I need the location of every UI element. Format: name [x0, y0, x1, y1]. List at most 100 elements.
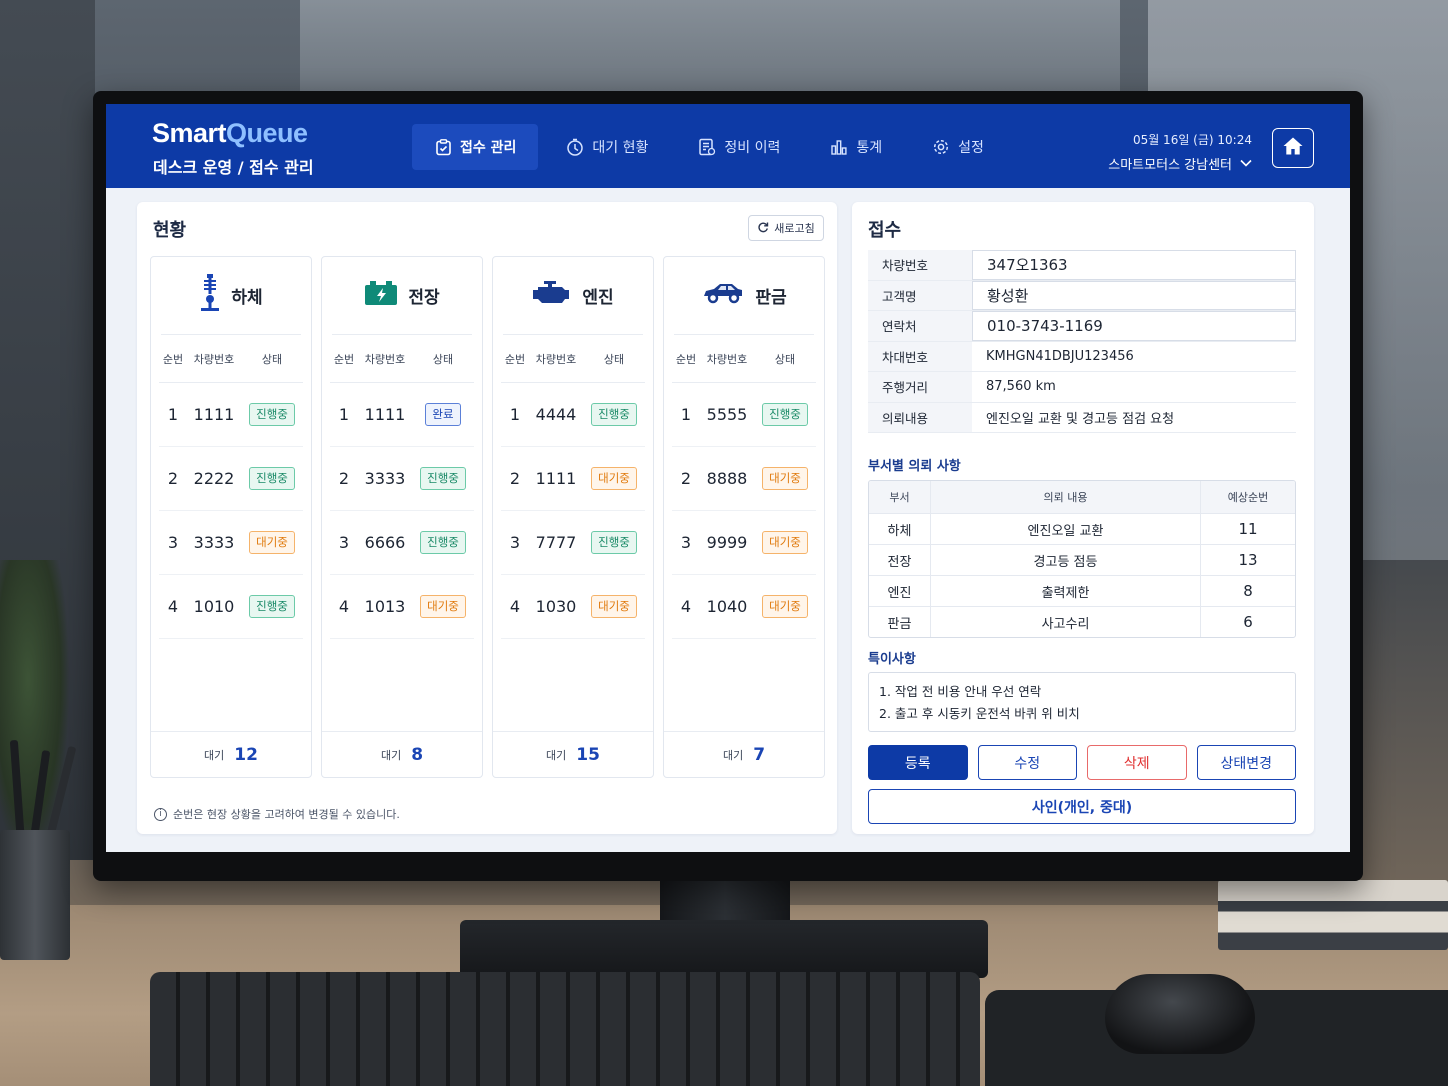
battery-icon — [364, 280, 398, 311]
status-badge: 진행중 — [591, 403, 637, 426]
car-icon — [701, 281, 745, 310]
memo-textarea[interactable]: 1. 작업 전 비용 안내 우선 연락 2. 출고 후 시동키 운전석 바퀴 위… — [868, 672, 1296, 732]
field-row: 고객명 황성환 — [868, 280, 1296, 311]
current-datetime: 05월 16일 (금) 10:24 — [1132, 133, 1252, 147]
queue-row[interactable]: 3 9999 대기중 — [672, 511, 816, 575]
nav-reception[interactable]: 접수 관리 — [412, 124, 539, 170]
queue-row[interactable]: 1 4444 진행중 — [501, 383, 645, 447]
clipboard-icon — [434, 138, 452, 156]
queue-row[interactable]: 1 5555 진행중 — [672, 383, 816, 447]
gear-icon — [932, 138, 950, 156]
action-buttons: 등록 수정 삭제 상태변경 — [868, 745, 1296, 780]
memo-line: 1. 작업 전 비용 안내 우선 연락 — [879, 684, 1042, 699]
queue-row[interactable]: 4 1030 대기중 — [501, 575, 645, 639]
refresh-label: 새로고침 — [774, 222, 815, 235]
field-label: 연락처 — [868, 311, 972, 341]
app-logo[interactable]: SmartQueue — [152, 118, 308, 149]
nav-label: 통계 — [856, 140, 883, 156]
pen-cup — [0, 830, 70, 960]
queue-row[interactable]: 2 8888 대기중 — [672, 447, 816, 511]
refresh-icon — [757, 221, 769, 236]
mileage-value: 87,560 km — [986, 379, 1056, 395]
field-label: 고객명 — [868, 280, 972, 310]
nav-label: 설정 — [958, 140, 984, 156]
refresh-button[interactable]: 새로고침 — [748, 215, 824, 241]
queue-row[interactable]: 1 1111 진행중 — [159, 383, 303, 447]
column-header: 순번 차량번호 상태 — [672, 335, 816, 383]
table-row[interactable]: 하체 엔진오일 교환 11 — [869, 513, 1295, 544]
info-icon: i — [154, 807, 167, 821]
status-badge: 진행중 — [591, 531, 637, 554]
reception-panel-title: 접수 — [868, 220, 902, 241]
dept-header: 판금 — [674, 257, 814, 335]
chevron-down-icon — [1240, 156, 1252, 171]
dept-name: 판금 — [755, 288, 787, 308]
column-header: 순번 차량번호 상태 — [330, 335, 474, 383]
stopwatch-icon — [566, 138, 584, 156]
dept-requests-title: 부서별 의뢰 사항 — [868, 459, 961, 474]
phone-input[interactable]: 010-3743-1169 — [972, 311, 1296, 341]
memo-title: 특이사항 — [868, 652, 916, 667]
queue-row[interactable]: 2 3333 진행중 — [330, 447, 474, 511]
queue-row[interactable]: 4 1013 대기중 — [330, 575, 474, 639]
status-badge: 진행중 — [249, 467, 295, 490]
dept-name: 전장 — [408, 288, 440, 308]
mouse — [1105, 974, 1255, 1054]
waiting-count: 대기 7 — [664, 731, 824, 777]
queue-row[interactable]: 3 3333 대기중 — [159, 511, 303, 575]
center-selector[interactable]: 스마트모터스 강남센터 — [1108, 154, 1252, 173]
history-icon — [698, 138, 716, 156]
nav-history[interactable]: 정비 이력 — [676, 124, 802, 170]
queue-row[interactable]: 3 6666 진행중 — [330, 511, 474, 575]
home-icon — [1282, 136, 1304, 160]
nav-statistics[interactable]: 통계 — [808, 124, 904, 170]
queue-row[interactable]: 4 1040 대기중 — [672, 575, 816, 639]
field-row: 연락처 010-3743-1169 — [868, 311, 1296, 342]
queue-row[interactable]: 3 7777 진행중 — [501, 511, 645, 575]
delete-button[interactable]: 삭제 — [1087, 745, 1187, 780]
status-badge: 진행중 — [420, 467, 466, 490]
queue-row[interactable]: 2 2222 진행중 — [159, 447, 303, 511]
status-badge: 대기중 — [591, 467, 637, 490]
plate-number-input[interactable]: 347오1363 — [972, 250, 1296, 280]
engine-icon — [532, 280, 572, 311]
field-label: 차량번호 — [868, 250, 972, 280]
status-badge: 진행중 — [249, 595, 295, 618]
breadcrumb: 데스크 운영 / 접수 관리 — [153, 158, 314, 177]
center-name: 스마트모터스 강남센터 — [1108, 158, 1232, 173]
table-row[interactable]: 전장 경고등 점등 13 — [869, 544, 1295, 575]
waiting-count: 대기 12 — [151, 731, 311, 777]
vin-value: KMHGN41DBJU123456 — [986, 348, 1134, 364]
table-row[interactable]: 엔진 출력제한 8 — [869, 575, 1295, 606]
customer-name-input[interactable]: 황성환 — [972, 280, 1296, 310]
queue-row[interactable]: 4 1010 진행중 — [159, 575, 303, 639]
field-row: 차량번호 347오1363 — [868, 250, 1296, 281]
status-badge: 대기중 — [762, 595, 808, 618]
status-badge: 대기중 — [420, 595, 466, 618]
background-window — [300, 0, 1120, 95]
sign-button[interactable]: 사인(개인, 중대) — [868, 789, 1296, 824]
waiting-count: 대기 15 — [493, 731, 653, 777]
nav-label: 접수 관리 — [460, 140, 517, 156]
nav-waiting[interactable]: 대기 현황 — [544, 124, 670, 170]
main-nav: 접수 관리 대기 현황 정비 이력 통계 설정 — [412, 124, 1006, 170]
status-badge: 진행중 — [420, 531, 466, 554]
register-button[interactable]: 등록 — [868, 745, 968, 780]
status-change-button[interactable]: 상태변경 — [1196, 745, 1296, 780]
status-panel-title: 현황 — [153, 220, 187, 241]
queue-row[interactable]: 1 1111 완료 — [330, 383, 474, 447]
queue-row[interactable]: 2 1111 대기중 — [501, 447, 645, 511]
column-header: 순번 차량번호 상태 — [501, 335, 645, 383]
status-badge: 진행중 — [762, 403, 808, 426]
status-badge: 진행중 — [249, 403, 295, 426]
order-note: i 순번은 현장 상황을 고려하여 변경될 수 있습니다. — [154, 806, 400, 822]
table-row[interactable]: 판금 사고수리 6 — [869, 606, 1295, 637]
note-text: 순번은 현장 상황을 고려하여 변경될 수 있습니다. — [173, 808, 400, 821]
edit-button[interactable]: 수정 — [977, 745, 1077, 780]
home-button[interactable] — [1272, 128, 1314, 168]
field-label: 주행거리 — [868, 372, 972, 402]
dept-name: 엔진 — [582, 288, 614, 308]
field-row: 차대번호 KMHGN41DBJU123456 — [868, 341, 1296, 372]
dept-header: 하체 — [161, 257, 301, 335]
nav-settings[interactable]: 설정 — [910, 124, 1006, 170]
